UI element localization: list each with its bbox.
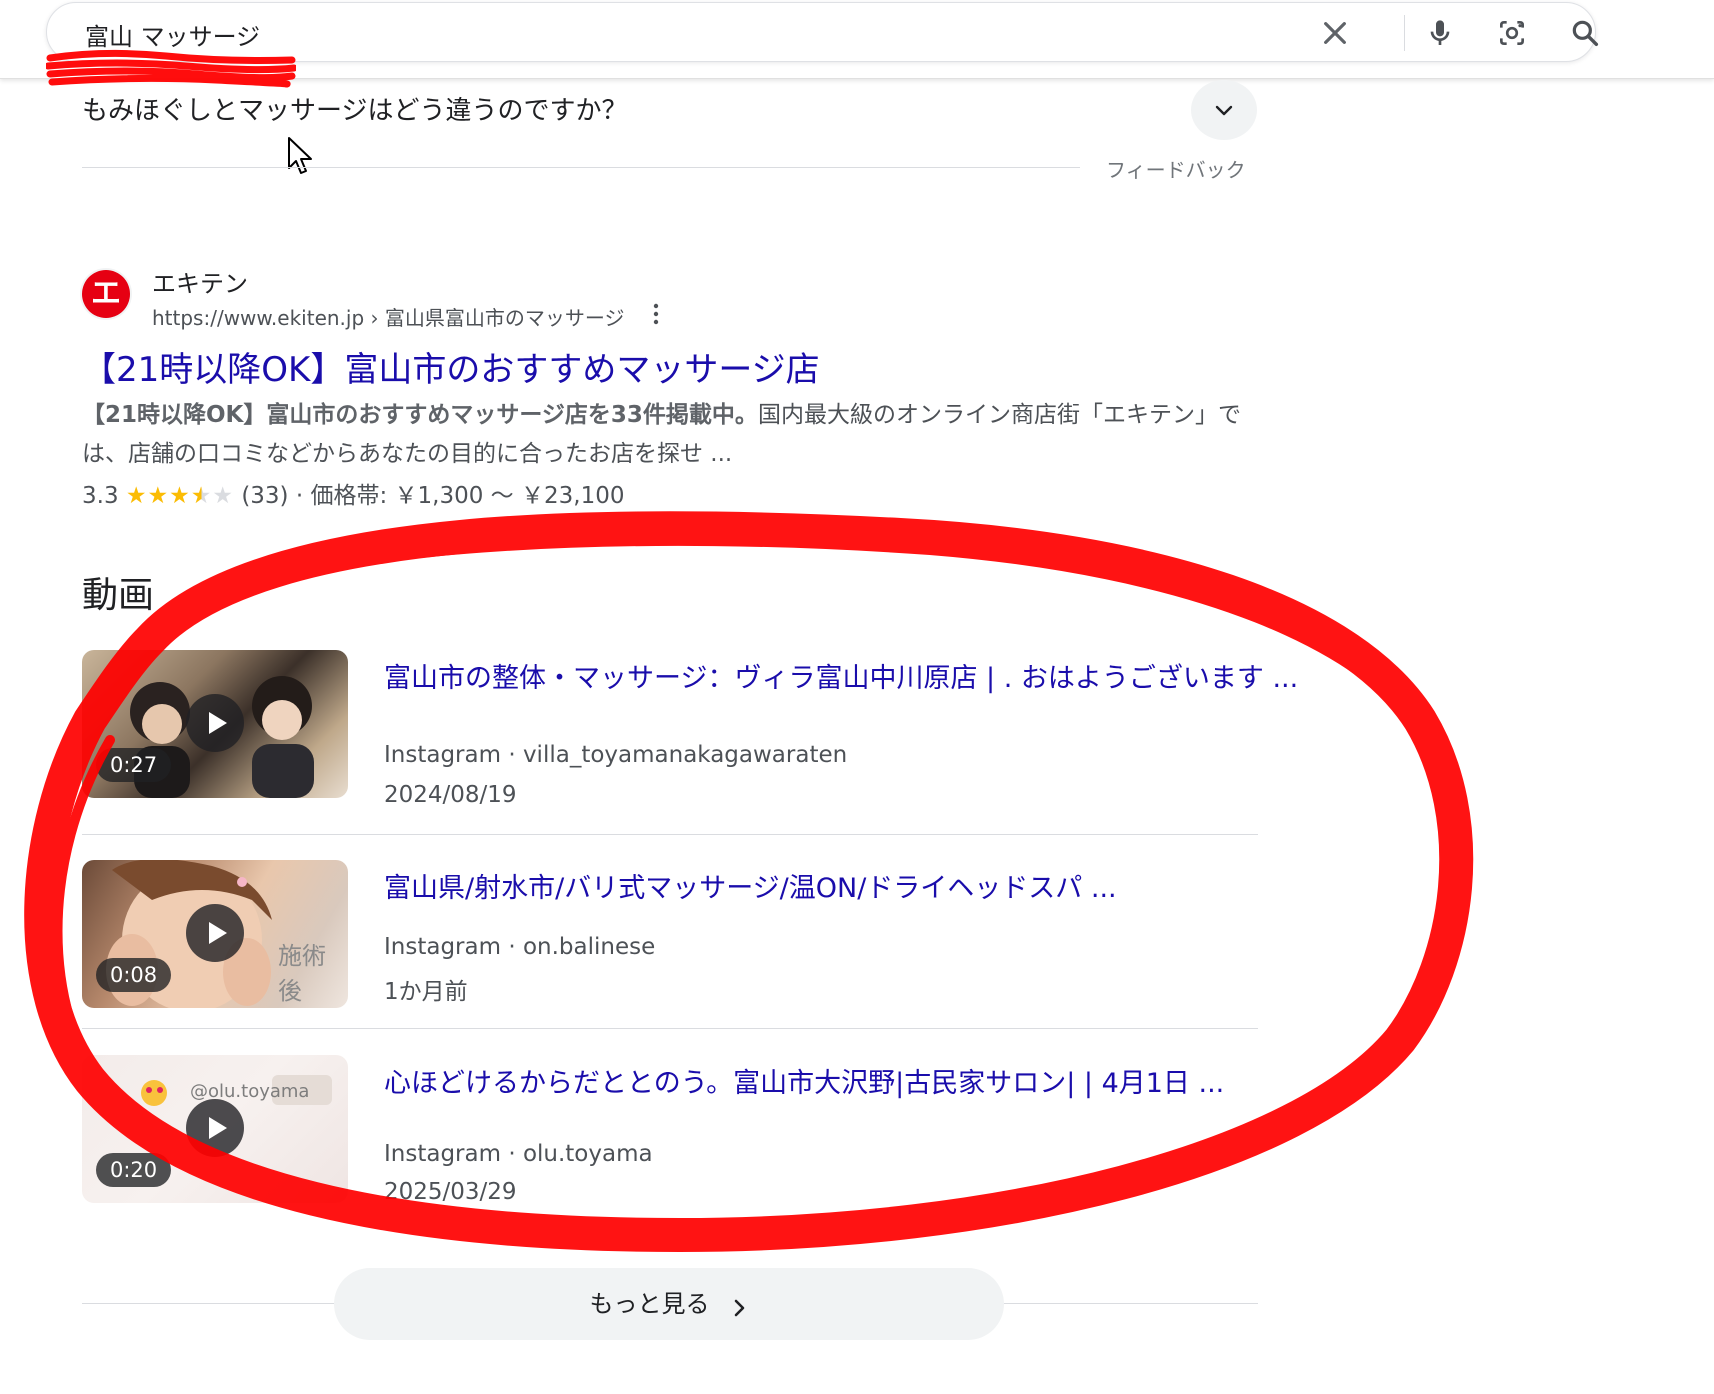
video-title-link[interactable]: 心ほどけるからだととのう。富山市大沢野|古民家サロン| | 4月1日 ... — [384, 1063, 1324, 1105]
video-thumbnail[interactable]: 施術後 0:08 — [82, 860, 348, 1008]
close-icon[interactable] — [1319, 17, 1351, 49]
play-icon — [186, 694, 244, 752]
video-duration: 0:08 — [96, 958, 172, 992]
paa-question[interactable]: もみほぐしとマッサージはどう違うのですか？ — [82, 90, 627, 127]
microphone-icon[interactable] — [1424, 17, 1456, 49]
snippet-bold: 【21時以降OK】富山市のおすすめマッサージ店を33件掲載中。 — [82, 402, 758, 428]
play-icon — [186, 1099, 244, 1157]
search-input[interactable]: 富山 マッサージ — [85, 17, 260, 52]
divider — [82, 1028, 1258, 1029]
rating-score: 3.3 — [82, 483, 119, 509]
video-thumbnail[interactable]: @olu.toyama 0:20 — [82, 1055, 348, 1203]
site-url[interactable]: https://www.ekiten.jp › 富山県富山市のマッサージ — [152, 302, 624, 331]
divider — [82, 834, 1258, 835]
play-icon — [186, 904, 244, 962]
video-thumbnail[interactable]: 0:27 — [82, 650, 348, 798]
more-button[interactable]: もっと見る — [334, 1268, 1004, 1340]
video-date: 1か月前 — [384, 979, 468, 1005]
rating-line: 3.3 ★★★★★ (33) · 価格帯: ￥1,300 〜 ￥23,100 — [82, 476, 624, 510]
video-date: 2024/08/19 — [384, 782, 517, 808]
mouse-cursor-icon — [288, 137, 312, 174]
video-source: Instagram · villa_toyamanakagawaraten — [384, 742, 848, 768]
search-separator — [1404, 15, 1405, 51]
video-source: Instagram · olu.toyama — [384, 1141, 653, 1167]
result-title-link[interactable]: 【21時以降OK】富山市のおすすめマッサージ店 — [82, 342, 820, 391]
feedback-link[interactable]: フィードバック — [1106, 154, 1246, 183]
video-date: 2025/03/29 — [384, 1179, 517, 1205]
chevron-down-icon — [1215, 105, 1233, 116]
site-favicon: エ — [82, 270, 130, 318]
video-source: Instagram · on.balinese — [384, 934, 656, 960]
divider — [82, 167, 1080, 168]
video-title-link[interactable]: 富山市の整体・マッサージ：ヴィラ富山中川原店 | . おはようございます ... — [384, 658, 1324, 700]
video-title-link[interactable]: 富山県/射水市/バリ式マッサージ/温ON/ドライヘッドスパ ... — [384, 868, 1324, 910]
chevron-right-icon — [734, 1299, 744, 1316]
video-duration: 0:20 — [96, 1153, 172, 1187]
search-header: 富山 マッサージ — [0, 0, 1714, 79]
video-item[interactable]: 0:27 富山市の整体・マッサージ：ヴィラ富山中川原店 | . おはようございま… — [82, 650, 1298, 840]
search-icon[interactable] — [1569, 17, 1601, 49]
video-duration: 0:27 — [96, 748, 172, 782]
paa-expand-button[interactable] — [1191, 80, 1257, 140]
video-item[interactable]: 施術後 0:08 富山県/射水市/バリ式マッサージ/温ON/ドライヘッドスパ .… — [82, 860, 1258, 1050]
camera-lens-icon[interactable] — [1496, 17, 1528, 49]
star-rating-icon: ★★★★★ — [125, 483, 234, 509]
videos-heading: 動画 — [82, 575, 155, 616]
video-item[interactable]: @olu.toyama 0:20 心ほどけるからだととのう。富山市大沢野|古民家… — [82, 1055, 1258, 1205]
thumbnail-overlay-text: 施術後 — [278, 942, 326, 1005]
search-box[interactable]: 富山 マッサージ — [46, 2, 1599, 62]
more-button-label: もっと見る — [589, 1290, 710, 1318]
more-options-icon[interactable] — [648, 302, 664, 326]
review-count: (33) — [241, 483, 289, 509]
price-range: · 価格帯: ￥1,300 〜 ￥23,100 — [295, 483, 625, 509]
site-name[interactable]: エキテン — [152, 264, 248, 299]
result-snippet: 【21時以降OK】富山市のおすすめマッサージ店を33件掲載中。国内最大級のオンラ… — [82, 396, 1258, 474]
